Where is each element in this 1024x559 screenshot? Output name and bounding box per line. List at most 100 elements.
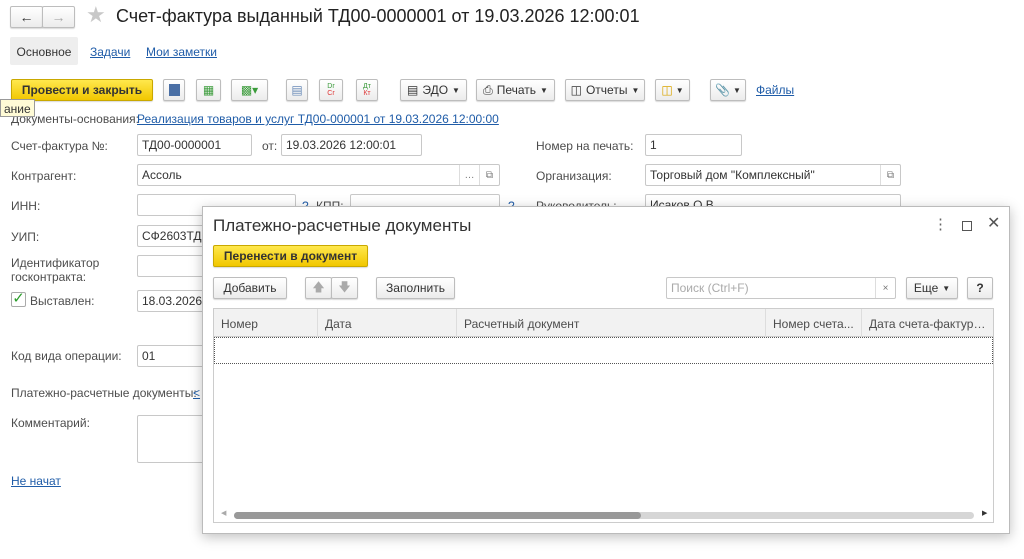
- dt-kt-button[interactable]: Дт Кт: [356, 79, 378, 101]
- close-icon[interactable]: ✕: [987, 213, 1000, 233]
- page-title: Счет-фактура выданный ТД00-0000001 от 19…: [116, 6, 640, 26]
- files-link[interactable]: Файлы: [756, 83, 794, 97]
- contract-label: Идентификатор госконтракта:: [11, 256, 100, 284]
- chevron-down-icon: ▼: [675, 85, 684, 95]
- counterparty-field[interactable]: Ассоль … ⧉: [137, 164, 500, 186]
- tab-tasks[interactable]: Задачи: [90, 45, 130, 59]
- reports-icon: ◫: [570, 83, 582, 97]
- horizontal-scrollbar[interactable]: [234, 512, 974, 519]
- reports-button[interactable]: ◫ Отчеты ▼: [565, 79, 645, 101]
- issued-label: Выставлен:: [30, 294, 95, 308]
- dt-cr-button[interactable]: Dr Cr: [319, 79, 343, 101]
- column-number[interactable]: Номер: [214, 309, 318, 337]
- org-label: Организация:: [536, 169, 612, 183]
- chevron-down-icon: ▼: [631, 85, 640, 95]
- column-invoice-date[interactable]: Дата счета-фактуры на: [862, 309, 993, 337]
- from-label: от:: [262, 139, 278, 153]
- arrow-down-icon: 🡇: [338, 279, 351, 294]
- print-number-label: Номер на печать:: [536, 139, 634, 153]
- scrollbar-thumb[interactable]: [234, 512, 641, 519]
- invoice-label: Счет-фактура №:: [11, 139, 108, 153]
- payment-docs-dialog: Платежно-расчетные документы ⋮ ✕ Перенес…: [202, 206, 1010, 534]
- print-label: Печать: [496, 83, 536, 97]
- add-button[interactable]: Добавить: [213, 277, 287, 299]
- tab-label: Основное: [16, 45, 72, 59]
- chevron-down-icon: ▼: [452, 85, 460, 95]
- chevron-down-icon: ▼: [540, 85, 548, 95]
- counterparty-label: Контрагент:: [11, 169, 77, 183]
- open-icon[interactable]: ⧉: [479, 165, 499, 185]
- back-button[interactable]: ←: [10, 6, 43, 28]
- attach-button[interactable]: 📎 ▼: [710, 79, 746, 101]
- document-icon: ◫: [661, 83, 673, 97]
- scroll-left-icon[interactable]: ◀: [221, 509, 226, 517]
- column-date[interactable]: Дата: [318, 309, 457, 337]
- more-vert-icon[interactable]: ⋮: [933, 215, 948, 233]
- chevron-down-icon: ▼: [942, 283, 951, 293]
- table-header: Номер Дата Расчетный документ Номер счет…: [214, 309, 993, 337]
- dialog-title: Платежно-расчетные документы: [213, 216, 472, 235]
- org-value: Торговый дом "Комплексный": [650, 168, 815, 182]
- column-invoice-number[interactable]: Номер счета...: [766, 309, 862, 337]
- status-link[interactable]: Не начат: [11, 474, 61, 488]
- post-icon: ▦: [202, 83, 215, 97]
- chevron-down-icon: ▼: [733, 85, 741, 95]
- edo-button[interactable]: ▤ ЭДО ▼: [400, 79, 467, 101]
- kt-label: Кт: [363, 90, 371, 97]
- tooltip: ание: [0, 99, 35, 117]
- help-button[interactable]: ?: [967, 277, 993, 299]
- create-based-icon: ▩▾: [240, 83, 259, 97]
- print-button[interactable]: ⎙ Печать ▼: [476, 79, 555, 101]
- move-down-button[interactable]: 🡇: [331, 277, 358, 299]
- payment-docs-link[interactable]: <: [193, 386, 200, 400]
- invoice-date-field[interactable]: 19.03.2026 12:00:01: [281, 134, 422, 156]
- print-number-field[interactable]: 1: [645, 134, 742, 156]
- table-row[interactable]: [214, 337, 993, 364]
- dt-label: Дт: [363, 83, 371, 90]
- printer-icon: ⎙: [483, 82, 493, 97]
- invoice-number-field[interactable]: ТД00-0000001: [137, 134, 252, 156]
- dr-label: Dr: [327, 83, 335, 90]
- create-based-button[interactable]: ▩▾: [231, 79, 268, 101]
- journal-button[interactable]: ▤: [286, 79, 308, 101]
- forward-button[interactable]: →: [42, 6, 75, 28]
- cr-label: Cr: [327, 90, 335, 97]
- maximize-icon[interactable]: [962, 221, 972, 231]
- transfer-button[interactable]: Перенести в документ: [213, 245, 368, 267]
- scroll-right-icon[interactable]: ▶: [982, 509, 987, 517]
- post-button[interactable]: ▦: [196, 79, 221, 101]
- paperclip-icon: 📎: [715, 83, 731, 97]
- edo-icon: ▤: [407, 83, 419, 97]
- inn-label: ИНН:: [11, 199, 41, 213]
- select-button[interactable]: …: [459, 165, 479, 185]
- counterparty-value: Ассоль: [142, 168, 182, 182]
- fill-button[interactable]: Заполнить: [376, 277, 455, 299]
- reports-label: Отчеты: [585, 83, 628, 97]
- documents-menu-button[interactable]: ◫ ▼: [655, 79, 690, 101]
- arrow-up-icon: 🡅: [312, 279, 325, 294]
- comment-label: Комментарий:: [11, 416, 90, 430]
- move-up-button[interactable]: 🡅: [305, 277, 332, 299]
- post-and-close-button[interactable]: Провести и закрыть: [11, 79, 153, 101]
- opcode-label: Код вида операции:: [11, 349, 122, 363]
- uip-label: УИП:: [11, 230, 40, 244]
- save-icon: [168, 84, 180, 96]
- open-icon[interactable]: ⧉: [880, 165, 900, 185]
- documents-table: Номер Дата Расчетный документ Номер счет…: [213, 308, 994, 523]
- more-button[interactable]: Еще ▼: [906, 277, 958, 299]
- basis-link[interactable]: Реализация товаров и услуг ТД00-000001 о…: [137, 112, 499, 126]
- edo-label: ЭДО: [422, 83, 449, 97]
- column-payment-doc[interactable]: Расчетный документ: [457, 309, 766, 337]
- payment-docs-label: Платежно-расчетные документы:: [11, 386, 197, 400]
- save-button[interactable]: [163, 79, 185, 101]
- more-label: Еще: [913, 281, 939, 295]
- clear-search-icon[interactable]: ×: [875, 278, 895, 298]
- search-placeholder: Поиск (Ctrl+F): [671, 281, 749, 295]
- tab-main[interactable]: Основное: [10, 37, 78, 65]
- organization-field[interactable]: Торговый дом "Комплексный" ⧉: [645, 164, 901, 186]
- star-icon[interactable]: ★: [86, 2, 106, 28]
- search-input[interactable]: Поиск (Ctrl+F) ×: [666, 277, 896, 299]
- issued-checkbox[interactable]: ✓: [11, 291, 26, 307]
- journal-icon: ▤: [291, 83, 303, 97]
- tab-notes[interactable]: Мои заметки: [146, 45, 217, 59]
